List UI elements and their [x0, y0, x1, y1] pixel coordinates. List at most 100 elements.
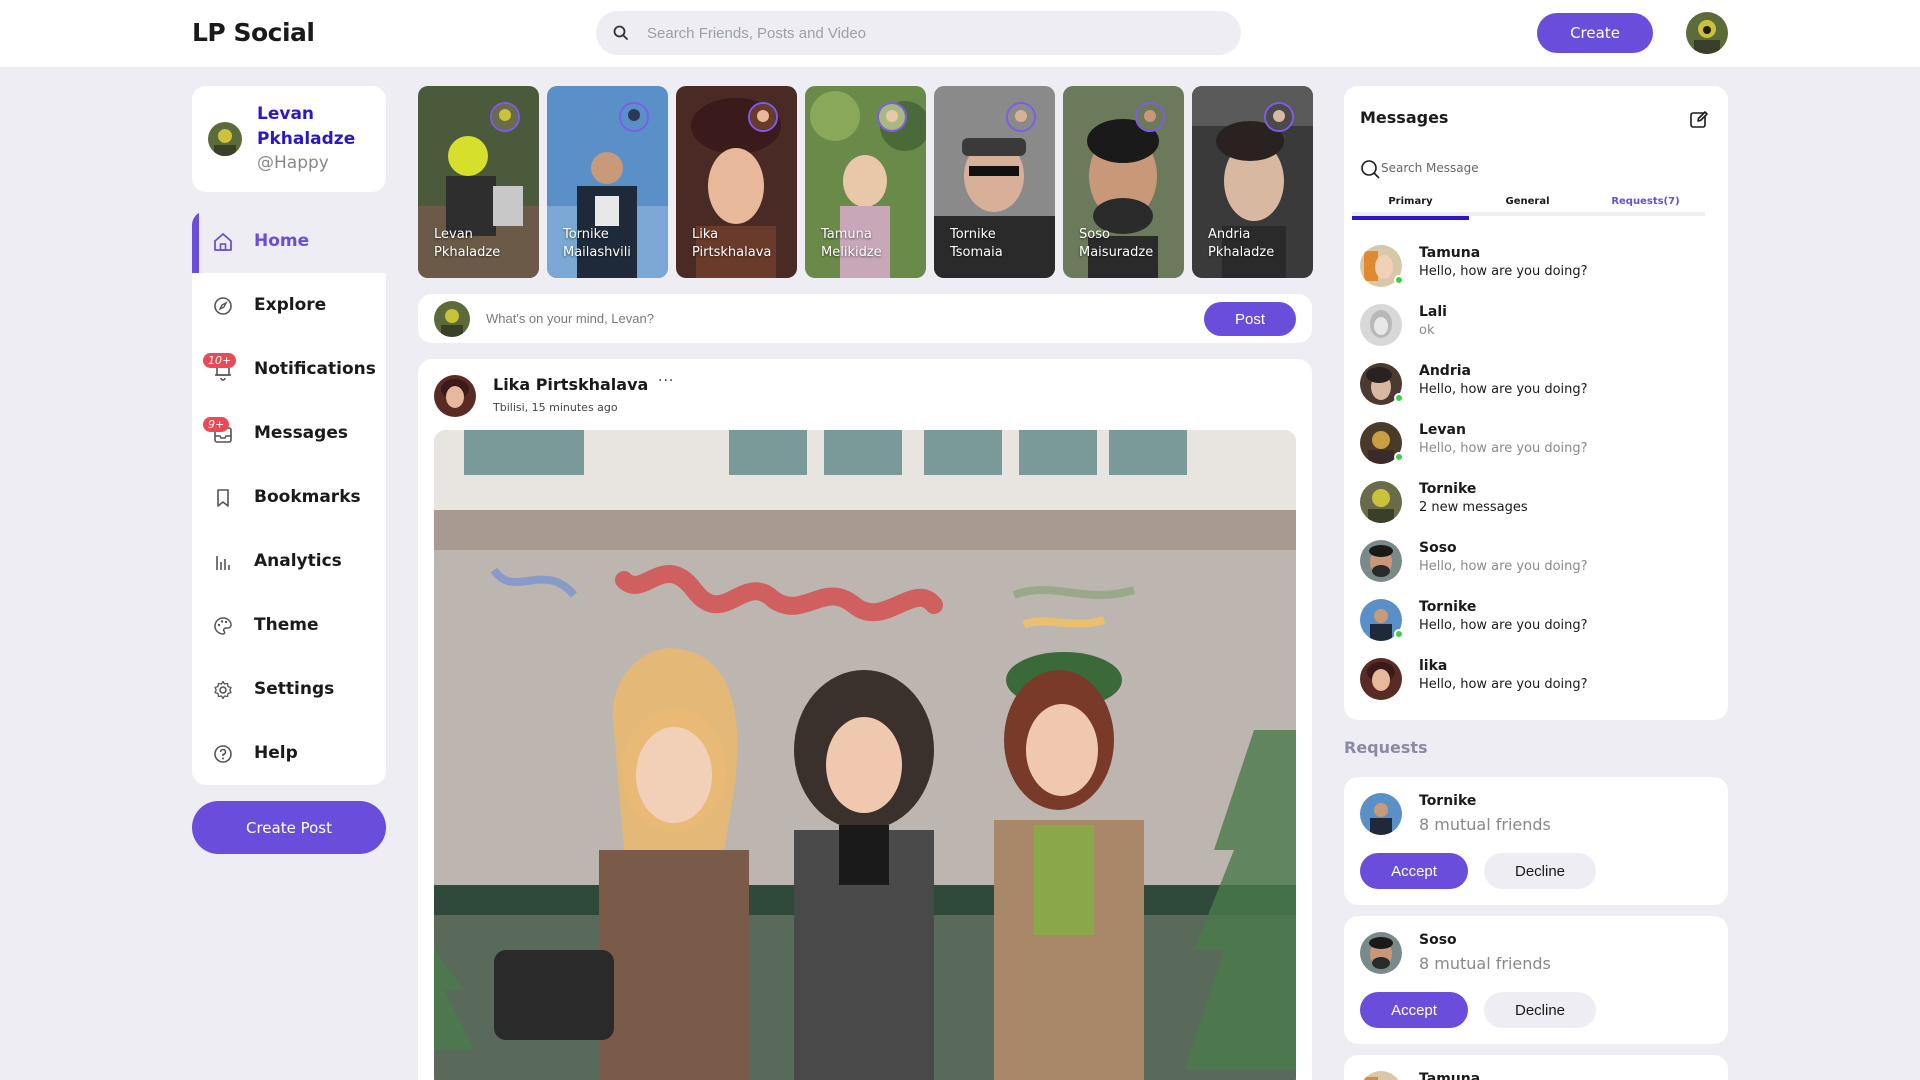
avatar: [1360, 658, 1402, 700]
feed-post: Lika Pirtskhalava ··· Tbilisi, 15 minute…: [418, 359, 1312, 1080]
tab-primary[interactable]: Primary: [1352, 196, 1469, 220]
story-avatar: [877, 102, 907, 132]
story-card[interactable]: Levan Pkhaladze: [418, 86, 539, 278]
create-post-button[interactable]: Create Post: [192, 801, 386, 854]
messages-panel: Messages Primary General Requests(7) Tam…: [1344, 86, 1728, 720]
decline-button[interactable]: Decline: [1484, 992, 1596, 1028]
profile-handle: @Happy: [257, 153, 329, 173]
friend-request-card: Tornike 8 mutual friends Accept Decline: [1344, 777, 1728, 905]
more-options-icon[interactable]: ···: [658, 373, 674, 389]
accept-button[interactable]: Accept: [1360, 853, 1468, 889]
message-sender: Levan: [1419, 422, 1466, 438]
composer-input[interactable]: [486, 294, 1046, 343]
post-author-avatar[interactable]: [434, 375, 476, 417]
search-bar[interactable]: [596, 11, 1241, 55]
create-button[interactable]: Create: [1537, 13, 1653, 53]
friend-request-card: Soso 8 mutual friends Accept Decline: [1344, 916, 1728, 1044]
story-name: Lika Pirtskhalava: [692, 227, 772, 260]
sidebar-item-label: Home: [254, 231, 310, 251]
message-item[interactable]: Tamuna Hello, how are you doing?: [1360, 243, 1710, 289]
compass-icon: [214, 297, 232, 315]
friend-request-card: Tamuna: [1344, 1055, 1728, 1080]
profile-avatar: [208, 122, 242, 156]
top-bar: LP Social Create: [0, 0, 1920, 67]
post-composer: Post: [418, 294, 1312, 343]
story-card[interactable]: Lika Pirtskhalava: [676, 86, 797, 278]
story-avatar: [748, 102, 778, 132]
story-name: Tornike Tsomaia: [950, 227, 1003, 260]
palette-icon: [214, 617, 232, 635]
profile-name: Levan Pkhaladze: [257, 104, 356, 149]
sidebar-item-analytics[interactable]: Analytics: [192, 531, 386, 593]
message-item[interactable]: Lali ok: [1360, 302, 1710, 348]
search-icon: [1361, 160, 1380, 179]
message-sender: Soso: [1419, 540, 1457, 556]
sidebar-item-notifications[interactable]: 10+ Notifications: [192, 339, 386, 401]
message-preview: ok: [1419, 323, 1435, 338]
sidebar-item-label: Bookmarks: [254, 487, 361, 507]
mutual-friends: 8 mutual friends: [1419, 815, 1551, 834]
avatar: [1360, 540, 1402, 582]
message-sender: Lali: [1419, 304, 1447, 320]
requests-title: Requests: [1344, 738, 1428, 757]
story-card[interactable]: Tornike Mailashvili: [547, 86, 668, 278]
message-sender: Tornike: [1419, 481, 1477, 497]
story-card[interactable]: Tamuna Melikidze: [805, 86, 926, 278]
message-sender: Tornike: [1419, 599, 1477, 615]
message-item[interactable]: lika Hello, how are you doing?: [1360, 656, 1710, 702]
message-preview: Hello, how are you doing?: [1419, 559, 1588, 574]
message-item[interactable]: Tornike 2 new messages: [1360, 479, 1710, 525]
story-name: Tamuna Melikidze: [821, 227, 882, 260]
accept-button[interactable]: Accept: [1360, 992, 1468, 1028]
sidebar-item-messages[interactable]: 9+ Messages: [192, 403, 386, 465]
post-button[interactable]: Post: [1204, 302, 1296, 336]
sidebar-item-home[interactable]: Home: [192, 211, 386, 273]
search-icon: [613, 25, 628, 40]
story-avatar: [490, 102, 520, 132]
sidebar-item-label: Settings: [254, 679, 335, 699]
story-avatar: [1006, 102, 1036, 132]
bar-chart-icon: [216, 556, 230, 570]
sidebar-item-label: Messages: [254, 423, 348, 443]
sidebar-item-label: Explore: [254, 295, 327, 315]
request-name: Tornike: [1419, 793, 1477, 809]
user-avatar[interactable]: [1686, 12, 1728, 54]
search-input[interactable]: [647, 11, 1227, 55]
message-preview: Hello, how are you doing?: [1419, 441, 1588, 456]
message-item[interactable]: Andria Hello, how are you doing?: [1360, 361, 1710, 407]
story-card[interactable]: Andria Pkhaladze: [1192, 86, 1313, 278]
story-card[interactable]: Tornike Tsomaia: [934, 86, 1055, 278]
message-item[interactable]: Tornike Hello, how are you doing?: [1360, 597, 1710, 643]
sidebar-item-settings[interactable]: Settings: [192, 659, 386, 721]
sidebar-item-explore[interactable]: Explore: [192, 275, 386, 337]
sidebar-item-label: Theme: [254, 615, 319, 635]
message-preview: Hello, how are you doing?: [1419, 382, 1588, 397]
decline-button[interactable]: Decline: [1484, 853, 1596, 889]
request-name: Soso: [1419, 932, 1457, 948]
message-preview: 2 new messages: [1419, 500, 1528, 515]
app-logo[interactable]: LP Social: [192, 18, 315, 47]
story-card[interactable]: Soso Maisuradze: [1063, 86, 1184, 278]
post-author-name[interactable]: Lika Pirtskhalava: [493, 375, 648, 394]
online-indicator: [1394, 452, 1404, 462]
avatar: [1360, 932, 1402, 974]
sidebar-item-theme[interactable]: Theme: [192, 595, 386, 657]
message-sender: lika: [1419, 658, 1448, 674]
sidebar-item-bookmarks[interactable]: Bookmarks: [192, 467, 386, 529]
tab-requests[interactable]: Requests(7): [1586, 196, 1705, 216]
avatar: [1360, 481, 1402, 523]
stories-row: Levan Pkhaladze Tornike Mailashvili Lika…: [418, 86, 1313, 278]
story-avatar: [1135, 102, 1165, 132]
sidebar-item-help[interactable]: Help: [192, 723, 386, 785]
post-meta: Tbilisi, 15 minutes ago: [493, 401, 618, 414]
edit-icon[interactable]: [1688, 108, 1710, 130]
message-search-input[interactable]: [1381, 154, 1701, 182]
post-image[interactable]: [434, 430, 1296, 1080]
message-tabs: Primary General Requests(7): [1352, 196, 1705, 220]
online-indicator: [1394, 393, 1404, 403]
sidebar-nav: Home Explore 10+ Notifications 9+ Messag…: [192, 211, 386, 785]
message-item[interactable]: Levan Hello, how are you doing?: [1360, 420, 1710, 466]
message-item[interactable]: Soso Hello, how are you doing?: [1360, 538, 1710, 584]
tab-general[interactable]: General: [1469, 196, 1586, 216]
profile-card[interactable]: Levan Pkhaladze @Happy: [192, 86, 386, 192]
